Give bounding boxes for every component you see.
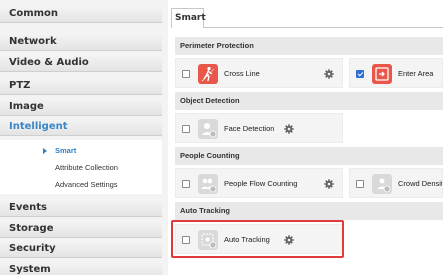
section-header-people-counting: People Counting bbox=[175, 147, 443, 165]
sidebar-item-network[interactable]: Network bbox=[0, 33, 162, 51]
feature-crowd-density: Crowd Density bbox=[349, 168, 443, 198]
crowd-density-checkbox[interactable] bbox=[356, 180, 364, 188]
feature-people-flow-counting: People Flow Counting bbox=[175, 168, 343, 198]
feature-label: Cross Line bbox=[224, 69, 260, 78]
sidebar-item-common[interactable]: Common bbox=[0, 5, 162, 23]
enter-area-icon bbox=[372, 64, 392, 84]
sidebar-item-label: Events bbox=[9, 202, 47, 213]
sidebar-item-image[interactable]: Image bbox=[0, 98, 162, 116]
feature-face-detection: Face Detection bbox=[175, 113, 343, 143]
cross-line-icon bbox=[198, 64, 218, 84]
section-header-auto-tracking: Auto Tracking bbox=[175, 202, 443, 220]
crowd-density-icon bbox=[372, 174, 392, 194]
sidebar: Common Network Video & Audio PTZ Image I… bbox=[0, 0, 168, 275]
submenu-item-attribute-collection[interactable]: Attribute Collection bbox=[0, 160, 162, 176]
sidebar-item-label: Network bbox=[9, 36, 57, 47]
section-header-perimeter-protection: Perimeter Protection bbox=[175, 37, 443, 55]
section-title: People Counting bbox=[180, 151, 240, 160]
sidebar-item-ptz[interactable]: PTZ bbox=[0, 77, 162, 95]
sidebar-item-label: PTZ bbox=[9, 80, 31, 91]
intelligent-submenu: Smart Attribute Collection Advanced Sett… bbox=[0, 140, 162, 194]
submenu-item-smart[interactable]: Smart bbox=[0, 143, 162, 159]
face-detection-icon bbox=[198, 119, 218, 139]
section-header-object-detection: Object Detection bbox=[175, 92, 443, 110]
sidebar-item-system[interactable]: System bbox=[0, 261, 162, 275]
submenu-item-label: Attribute Collection bbox=[55, 163, 118, 172]
tab-bar: Smart bbox=[171, 8, 443, 28]
section-title: Perimeter Protection bbox=[180, 41, 254, 50]
feature-label: People Flow Counting bbox=[224, 179, 298, 188]
tab-smart[interactable]: Smart bbox=[171, 8, 206, 28]
sidebar-item-label: Security bbox=[9, 243, 56, 254]
sidebar-item-label: Intelligent bbox=[9, 121, 68, 132]
sidebar-item-label: System bbox=[9, 264, 51, 275]
highlight-box bbox=[171, 220, 344, 258]
sidebar-item-label: Image bbox=[9, 101, 44, 112]
feature-label: Enter Area bbox=[398, 69, 434, 78]
main-panel: Smart Perimeter Protection Cross Line En… bbox=[168, 0, 443, 275]
sidebar-item-label: Storage bbox=[9, 223, 54, 234]
submenu-item-label: Smart bbox=[55, 146, 77, 155]
tab-label: Smart bbox=[175, 13, 206, 23]
face-detection-checkbox[interactable] bbox=[182, 125, 190, 133]
section-title: Object Detection bbox=[180, 96, 240, 105]
gear-icon[interactable] bbox=[284, 124, 294, 134]
gear-icon[interactable] bbox=[324, 69, 334, 79]
sidebar-item-label: Common bbox=[9, 8, 59, 19]
sidebar-item-events[interactable]: Events bbox=[0, 199, 162, 217]
feature-label: Face Detection bbox=[224, 124, 275, 133]
sidebar-item-intelligent[interactable]: Intelligent bbox=[0, 118, 162, 136]
caret-right-icon bbox=[43, 148, 47, 154]
enter-area-checkbox[interactable] bbox=[356, 70, 364, 78]
submenu-item-advanced-settings[interactable]: Advanced Settings bbox=[0, 177, 162, 193]
people-flow-icon bbox=[198, 174, 218, 194]
sidebar-item-label: Video & Audio bbox=[9, 57, 89, 68]
feature-enter-area: Enter Area bbox=[349, 58, 443, 88]
feature-label: Crowd Density bbox=[398, 179, 443, 188]
gear-icon[interactable] bbox=[324, 179, 334, 189]
cross-line-checkbox[interactable] bbox=[182, 70, 190, 78]
section-title: Auto Tracking bbox=[180, 206, 231, 215]
people-flow-checkbox[interactable] bbox=[182, 180, 190, 188]
sidebar-item-security[interactable]: Security bbox=[0, 240, 162, 258]
sidebar-item-video-audio[interactable]: Video & Audio bbox=[0, 54, 162, 72]
feature-cross-line: Cross Line bbox=[175, 58, 343, 88]
submenu-item-label: Advanced Settings bbox=[55, 180, 118, 189]
sidebar-item-storage[interactable]: Storage bbox=[0, 220, 162, 238]
